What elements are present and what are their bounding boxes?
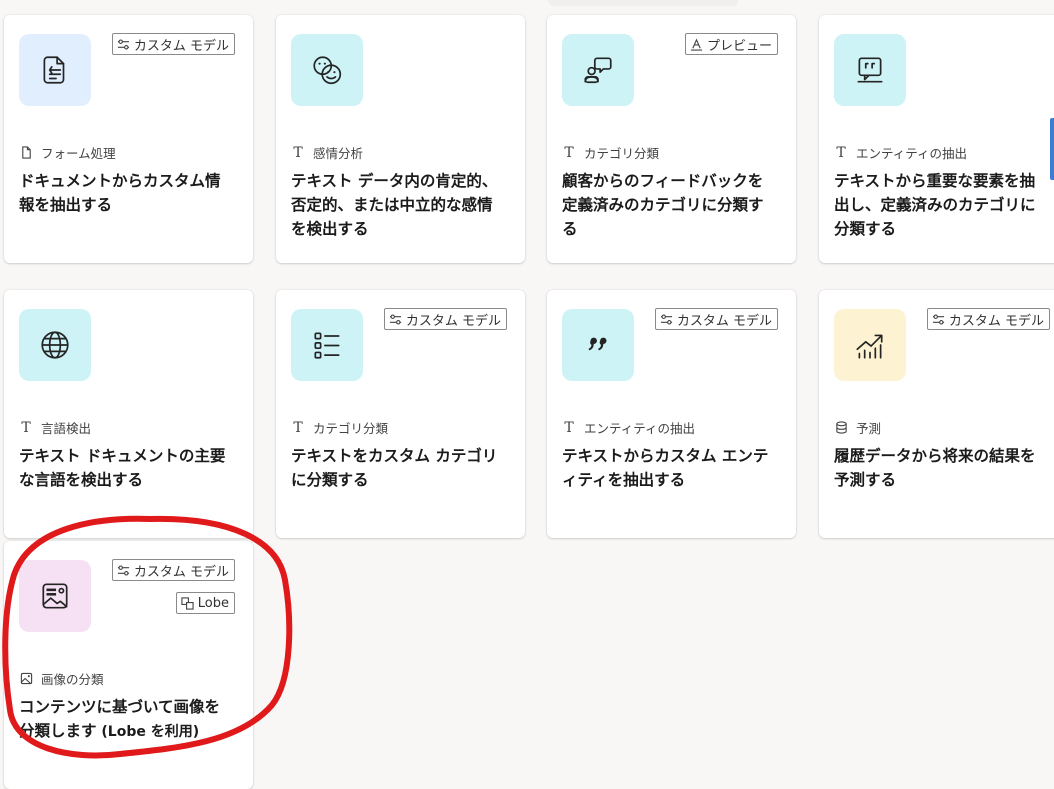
text-T-icon: T	[836, 144, 846, 161]
card-title: テキストからカスタム エンティティを抽出する	[562, 444, 772, 492]
card-title: テキストから重要な要素を抽出し、定義済みのカテゴリに分類する	[834, 169, 1044, 241]
card-title: テキストをカスタム カテゴリに分類する	[291, 444, 501, 492]
card-title: 顧客からのフィードバックを定義済みのカテゴリに分類する	[562, 169, 772, 241]
card-title: コンテンツに基づいて画像を分類します (Lobe を利用)	[19, 695, 229, 744]
model-card-sentiment[interactable]: T 感情分析テキスト データ内の肯定的、否定的、または中立的な感情を検出する	[276, 15, 525, 263]
card-title-text: テキストをカスタム カテゴリに分類する	[291, 447, 498, 489]
sliders-icon	[660, 313, 673, 326]
model-card-entity-extract-prebuilt[interactable]: T エンティティの抽出テキストから重要な要素を抽出し、定義済みのカテゴリに分類する	[819, 15, 1054, 263]
globe-icon	[19, 309, 91, 381]
card-title-text: テキスト ドキュメントの主要な言語を検出する	[19, 447, 226, 489]
list-icon	[291, 309, 363, 381]
card-title-text: 顧客からのフィードバックを定義済みのカテゴリに分類する	[562, 172, 764, 238]
model-card-feedback-classify[interactable]: プレビュー T カテゴリ分類顧客からのフィードバックを定義済みのカテゴリに分類する	[547, 15, 796, 263]
emoji-faces-icon	[291, 34, 363, 106]
badge-lobe: Lobe	[175, 592, 235, 614]
category-text: 言語検出	[41, 421, 92, 436]
model-card-form-processing[interactable]: カスタム モデルフォーム処理ドキュメントからカスタム情報を抽出する	[4, 15, 253, 263]
model-card-language-detect[interactable]: T 言語検出テキスト ドキュメントの主要な言語を検出する	[4, 290, 253, 538]
badge-custom-model: カスタム モデル	[383, 308, 507, 330]
sliders-icon	[389, 313, 402, 326]
category-label: T カテゴリ分類	[562, 143, 659, 162]
model-card-image-classify[interactable]: カスタム モデル Lobe 画像の分類コンテンツに基づいて画像を分類します (Lob…	[4, 541, 253, 789]
category-label: T エンティティの抽出	[562, 418, 695, 437]
sliders-icon	[117, 38, 130, 51]
card-title-suffix: (Lobe を利用)	[96, 724, 200, 740]
text-T-icon: T	[564, 419, 574, 436]
model-card-custom-classify[interactable]: カスタム モデル T カテゴリ分類テキストをカスタム カテゴリに分類する	[276, 290, 525, 538]
document-extract-icon	[19, 34, 91, 106]
quote-icon	[562, 309, 634, 381]
category-text: エンティティの抽出	[856, 146, 968, 161]
badge-custom-model: カスタム モデル	[111, 559, 235, 581]
badge-label: カスタム モデル	[133, 564, 229, 580]
card-title-text: テキストから重要な要素を抽出し、定義済みのカテゴリに分類する	[834, 172, 1036, 238]
badge-label: カスタム モデル	[405, 313, 501, 329]
card-title-text: ドキュメントからカスタム情報を抽出する	[19, 172, 221, 214]
sliders-icon	[117, 564, 130, 577]
model-card-custom-entity[interactable]: カスタム モデル T エンティティの抽出テキストからカスタム エンティティを抽出する	[547, 290, 796, 538]
category-label: T 言語検出	[19, 418, 91, 437]
badge-label: プレビュー	[706, 38, 772, 54]
category-label: 画像の分類	[19, 669, 104, 688]
category-label: 予測	[834, 418, 881, 437]
chart-trend-icon	[834, 309, 906, 381]
badge-custom-model: カスタム モデル	[654, 308, 778, 330]
category-label: T 感情分析	[291, 143, 363, 162]
lobe-icon	[181, 596, 194, 610]
text-T-icon: T	[293, 144, 303, 161]
badge-label: Lobe	[197, 595, 229, 611]
text-T-icon: T	[564, 144, 574, 161]
category-text: 画像の分類	[41, 672, 104, 687]
category-label: T エンティティの抽出	[834, 143, 967, 162]
category-text: 感情分析	[313, 146, 364, 161]
scrollbar-indicator[interactable]	[1050, 118, 1054, 180]
card-title: テキスト データ内の肯定的、否定的、または中立的な感情を検出する	[291, 169, 501, 241]
badge-preview: プレビュー	[684, 33, 778, 55]
badge-label: カスタム モデル	[676, 313, 772, 329]
database-icon	[834, 421, 848, 434]
image-text-icon	[19, 560, 91, 632]
preview-icon	[690, 37, 703, 51]
category-label: フォーム処理	[19, 143, 116, 162]
model-card-prediction[interactable]: カスタム モデル予測履歴データから将来の結果を予測する	[819, 290, 1054, 538]
category-text: カテゴリ分類	[313, 421, 389, 436]
card-title: ドキュメントからカスタム情報を抽出する	[19, 169, 229, 217]
category-text: フォーム処理	[41, 146, 116, 161]
category-text: エンティティの抽出	[584, 421, 696, 436]
card-title: 履歴データから将来の結果を予測する	[834, 444, 1044, 492]
top-edge-shadow	[548, 0, 738, 6]
category-label: T カテゴリ分類	[291, 418, 388, 437]
badge-custom-model: カスタム モデル	[111, 33, 235, 55]
category-text: カテゴリ分類	[584, 146, 660, 161]
text-T-icon: T	[293, 419, 303, 436]
card-title: テキスト ドキュメントの主要な言語を検出する	[19, 444, 229, 492]
badge-label: カスタム モデル	[948, 313, 1044, 329]
card-title-text: テキスト データ内の肯定的、否定的、または中立的な感情を検出する	[291, 172, 498, 238]
image-icon	[19, 672, 33, 685]
badge-label: カスタム モデル	[133, 38, 229, 54]
category-text: 予測	[856, 421, 882, 436]
person-feedback-icon	[562, 34, 634, 106]
text-T-icon: T	[21, 419, 31, 436]
sliders-icon	[932, 313, 945, 326]
chat-quote-icon	[834, 34, 906, 106]
badge-custom-model: カスタム モデル	[926, 308, 1050, 330]
document-icon	[19, 146, 33, 159]
card-title-text: 履歴データから将来の結果を予測する	[834, 447, 1036, 489]
card-title-text: テキストからカスタム エンティティを抽出する	[562, 447, 769, 489]
